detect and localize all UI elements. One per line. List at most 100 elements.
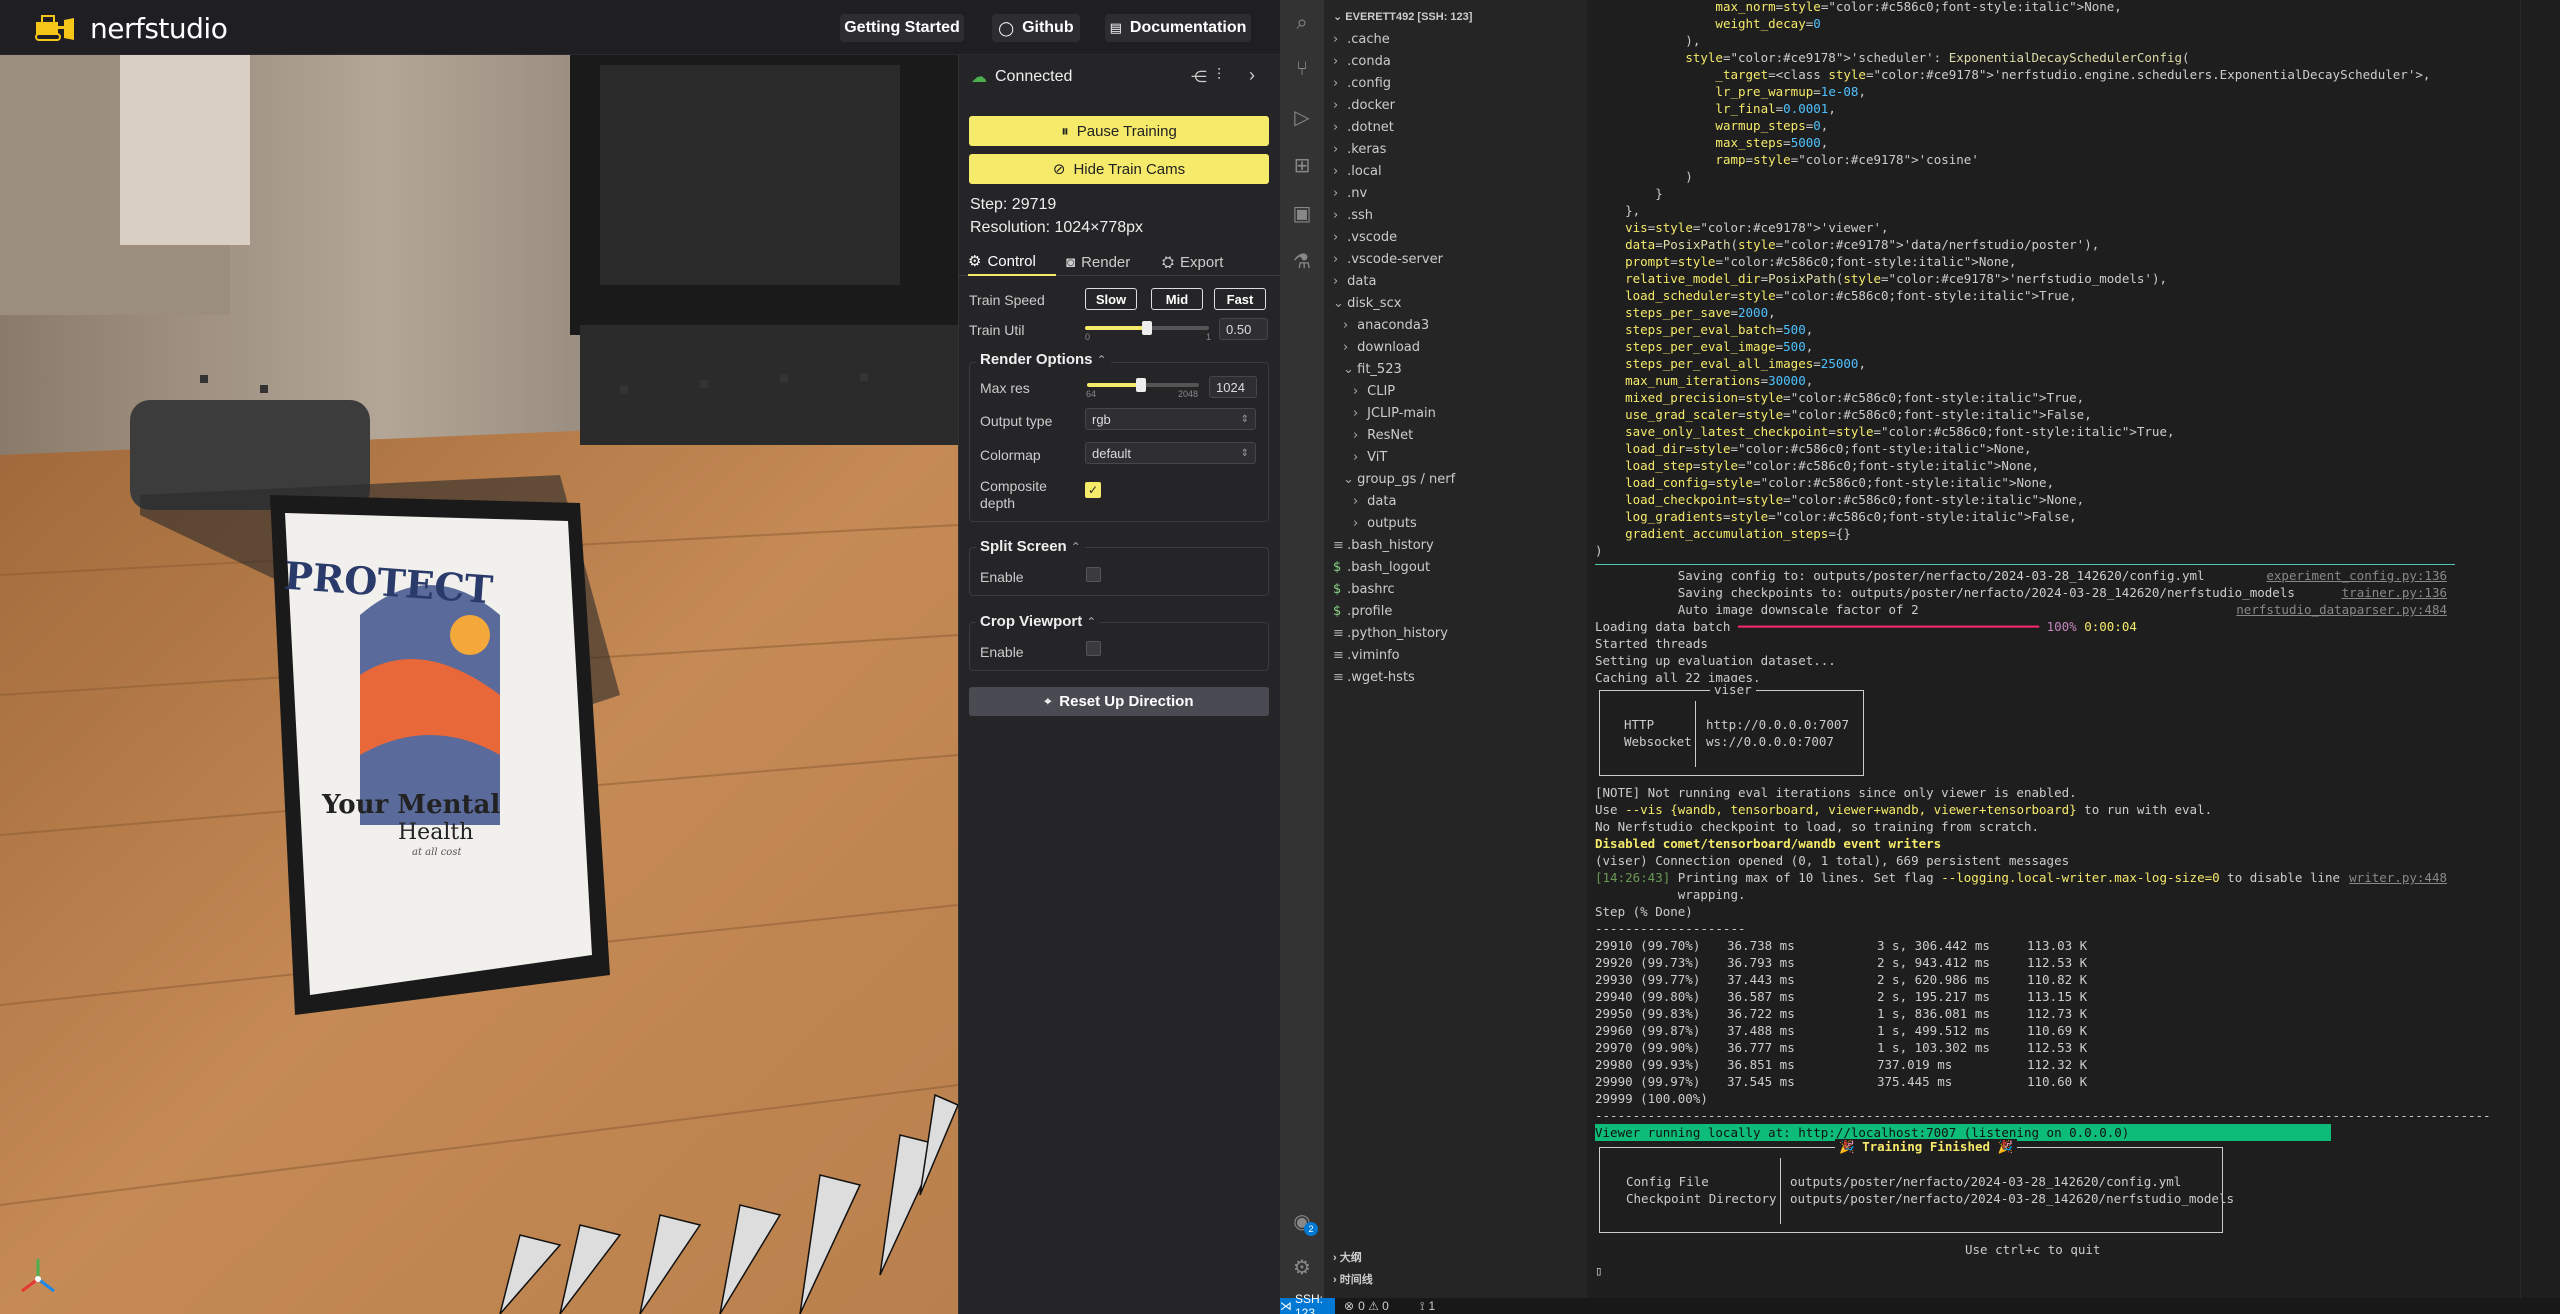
train-util-thumb[interactable]	[1142, 321, 1152, 335]
terminal-source-ref[interactable]: experiment_config.py:136	[1587, 567, 2447, 584]
colormap-select[interactable]: default ⇕	[1085, 442, 1256, 464]
terminal-line: Use --vis {wandb, tensorboard, viewer+wa…	[1595, 802, 2213, 817]
chevron-right-icon: ›	[1343, 318, 1349, 333]
tree-item[interactable]: › .dotnet	[1333, 117, 1394, 139]
ports-indicator[interactable]: ⟟ 1	[1420, 1299, 1435, 1314]
tree-item[interactable]: › ViT	[1353, 447, 1387, 469]
tree-item[interactable]: $ .bashrc	[1333, 579, 1395, 601]
tree-item[interactable]: › .nv	[1333, 183, 1367, 205]
tree-item[interactable]: $ .bash_logout	[1333, 557, 1430, 579]
chevron-down-icon: ⌄	[1343, 362, 1354, 377]
tree-item[interactable]: ⌄ group_gs / nerf	[1343, 469, 1455, 491]
terminal-panel[interactable]: max_norm=style="color:#c586c0;font-style…	[1587, 0, 2520, 1298]
chevron-right-icon: ›	[1333, 76, 1339, 91]
terminal-line: steps_per_eval_image=500,	[1625, 339, 1814, 354]
tree-item[interactable]: › data	[1353, 491, 1396, 513]
viser-ws-url[interactable]: ws://0.0.0.0:7007	[1706, 734, 1834, 749]
train-util-input[interactable]: 0.50	[1219, 318, 1268, 340]
split-screen-title: Split Screen	[980, 538, 1067, 555]
tree-item[interactable]: › .docker	[1333, 95, 1395, 117]
viser-http-url[interactable]: http://0.0.0.0:7007	[1706, 717, 1849, 732]
source-control-icon[interactable]: ⑂	[1289, 56, 1315, 82]
tree-item[interactable]: › .ssh	[1333, 205, 1373, 227]
tree-item[interactable]: › .vscode	[1333, 227, 1397, 249]
remote-icon: ⋊	[1280, 1299, 1292, 1313]
timeline-section[interactable]: › 时间线	[1333, 1271, 1373, 1287]
config-file-path[interactable]: outputs/poster/nerfacto/2024-03-28_14262…	[1790, 1174, 2181, 1189]
speed-fast-button[interactable]: Fast	[1214, 288, 1266, 310]
tree-item[interactable]: › .conda	[1333, 51, 1391, 73]
tree-item[interactable]: › anaconda3	[1343, 315, 1429, 337]
tree-item[interactable]: › JCLIP-main	[1353, 403, 1436, 425]
terminal-source-ref[interactable]: nerfstudio_dataparser.py:484	[1587, 601, 2447, 618]
share-icon[interactable]: ⋲	[1191, 67, 1207, 87]
max-res-fill	[1087, 383, 1141, 387]
tab-export[interactable]: ⛭ Export	[1162, 248, 1223, 276]
tree-item[interactable]: › data	[1333, 271, 1376, 293]
chevron-right-icon: ›	[1343, 340, 1349, 355]
sliders-icon[interactable]: ⫶	[1217, 67, 1221, 85]
terminal-source-ref[interactable]: trainer.py:136	[1587, 584, 2447, 601]
train-util-track[interactable]	[1085, 321, 1209, 335]
remote-indicator[interactable]: ⋊ SSH: 123	[1280, 1292, 1335, 1314]
crop-viewport-checkbox[interactable]	[1086, 641, 1101, 656]
tree-item-label: .nv	[1343, 186, 1368, 201]
problems-indicator[interactable]: ⊗ 0 ⚠ 0	[1344, 1299, 1389, 1313]
tree-item[interactable]: › .keras	[1333, 139, 1386, 161]
documentation-button[interactable]: ▤ Documentation	[1105, 14, 1251, 42]
tree-item[interactable]: ≡ .viminfo	[1333, 645, 1400, 667]
tab-render[interactable]: ◙ Render	[1066, 248, 1130, 276]
tree-item[interactable]: $ .profile	[1333, 601, 1392, 623]
terminal-line: )	[1595, 543, 1603, 558]
file-lines-icon: ≡	[1333, 670, 1344, 685]
nerfstudio-logo[interactable]: nerfstudio	[34, 12, 228, 45]
manage-gear-icon[interactable]: ⚙	[1289, 1254, 1315, 1280]
axes-gizmo-icon[interactable]	[16, 1255, 60, 1299]
remote-explorer-icon[interactable]: ▣	[1289, 200, 1315, 226]
max-res-thumb[interactable]	[1135, 378, 1146, 392]
extensions-icon[interactable]: ⊞	[1289, 152, 1315, 178]
tree-item[interactable]: ≡ .bash_history	[1333, 535, 1434, 557]
tree-item[interactable]: › outputs	[1353, 513, 1417, 535]
render-options-header[interactable]: Render Options ⌃	[976, 351, 1111, 368]
train-util-min: 0	[1085, 332, 1091, 342]
testing-icon[interactable]: ⚗	[1289, 248, 1315, 274]
crop-viewport-header[interactable]: Crop Viewport ⌃	[976, 613, 1101, 630]
max-res-track[interactable]	[1087, 378, 1199, 392]
speed-mid-button[interactable]: Mid	[1151, 288, 1203, 310]
composite-depth-checkbox[interactable]: ✓	[1085, 482, 1101, 498]
tab-control[interactable]: ⚙ Control	[968, 248, 1056, 276]
chevron-down-icon: ⌄	[1333, 296, 1344, 311]
collapse-panel-icon[interactable]: ›	[1249, 65, 1255, 86]
search-icon[interactable]: ⌕	[1289, 10, 1315, 36]
3d-viewport[interactable]: PROTECT Your Mental Health at all cost	[0, 55, 958, 1314]
github-button[interactable]: ◯ Github	[992, 14, 1080, 42]
tree-item[interactable]: › .vscode-server	[1333, 249, 1443, 271]
output-type-select[interactable]: rgb ⇕	[1085, 408, 1256, 430]
outline-section[interactable]: › 大纲	[1333, 1249, 1362, 1265]
tree-item[interactable]: › .local	[1333, 161, 1382, 183]
tree-item[interactable]: ⌄ fit_523	[1343, 359, 1402, 381]
reset-up-direction-button[interactable]: ⌖ Reset Up Direction	[969, 687, 1269, 716]
pause-training-button[interactable]: ⏸ Pause Training	[969, 116, 1269, 146]
tree-item[interactable]: › CLIP	[1353, 381, 1395, 403]
run-debug-icon[interactable]: ▷	[1289, 104, 1315, 130]
tree-item[interactable]: › ResNet	[1353, 425, 1413, 447]
getting-started-button[interactable]: Getting Started	[840, 14, 964, 42]
poster-line4: at all cost	[412, 847, 462, 858]
split-screen-checkbox[interactable]	[1086, 567, 1101, 582]
terminal-source-ref[interactable]: writer.py:448	[1587, 869, 2447, 886]
tree-item[interactable]: ⌄ disk_scx	[1333, 293, 1401, 315]
checkpoint-dir-path[interactable]: outputs/poster/nerfacto/2024-03-28_14262…	[1790, 1191, 2234, 1206]
tree-item[interactable]: › download	[1343, 337, 1420, 359]
tree-item[interactable]: › .config	[1333, 73, 1391, 95]
hide-train-cams-button[interactable]: ⊘ Hide Train Cams	[969, 154, 1269, 184]
explorer-root[interactable]: ⌄ EVERETT492 [SSH: 123]	[1333, 10, 1472, 23]
control-panel: ☁ Connected ⋲ ⫶ ›	[958, 55, 1280, 1314]
tree-item[interactable]: ≡ .python_history	[1333, 623, 1448, 645]
speed-slow-button[interactable]: Slow	[1085, 288, 1137, 310]
split-screen-header[interactable]: Split Screen ⌃	[976, 538, 1085, 555]
tree-item[interactable]: › .cache	[1333, 29, 1390, 51]
max-res-input[interactable]: 1024	[1209, 376, 1257, 398]
tree-item[interactable]: ≡ .wget-hsts	[1333, 667, 1415, 689]
